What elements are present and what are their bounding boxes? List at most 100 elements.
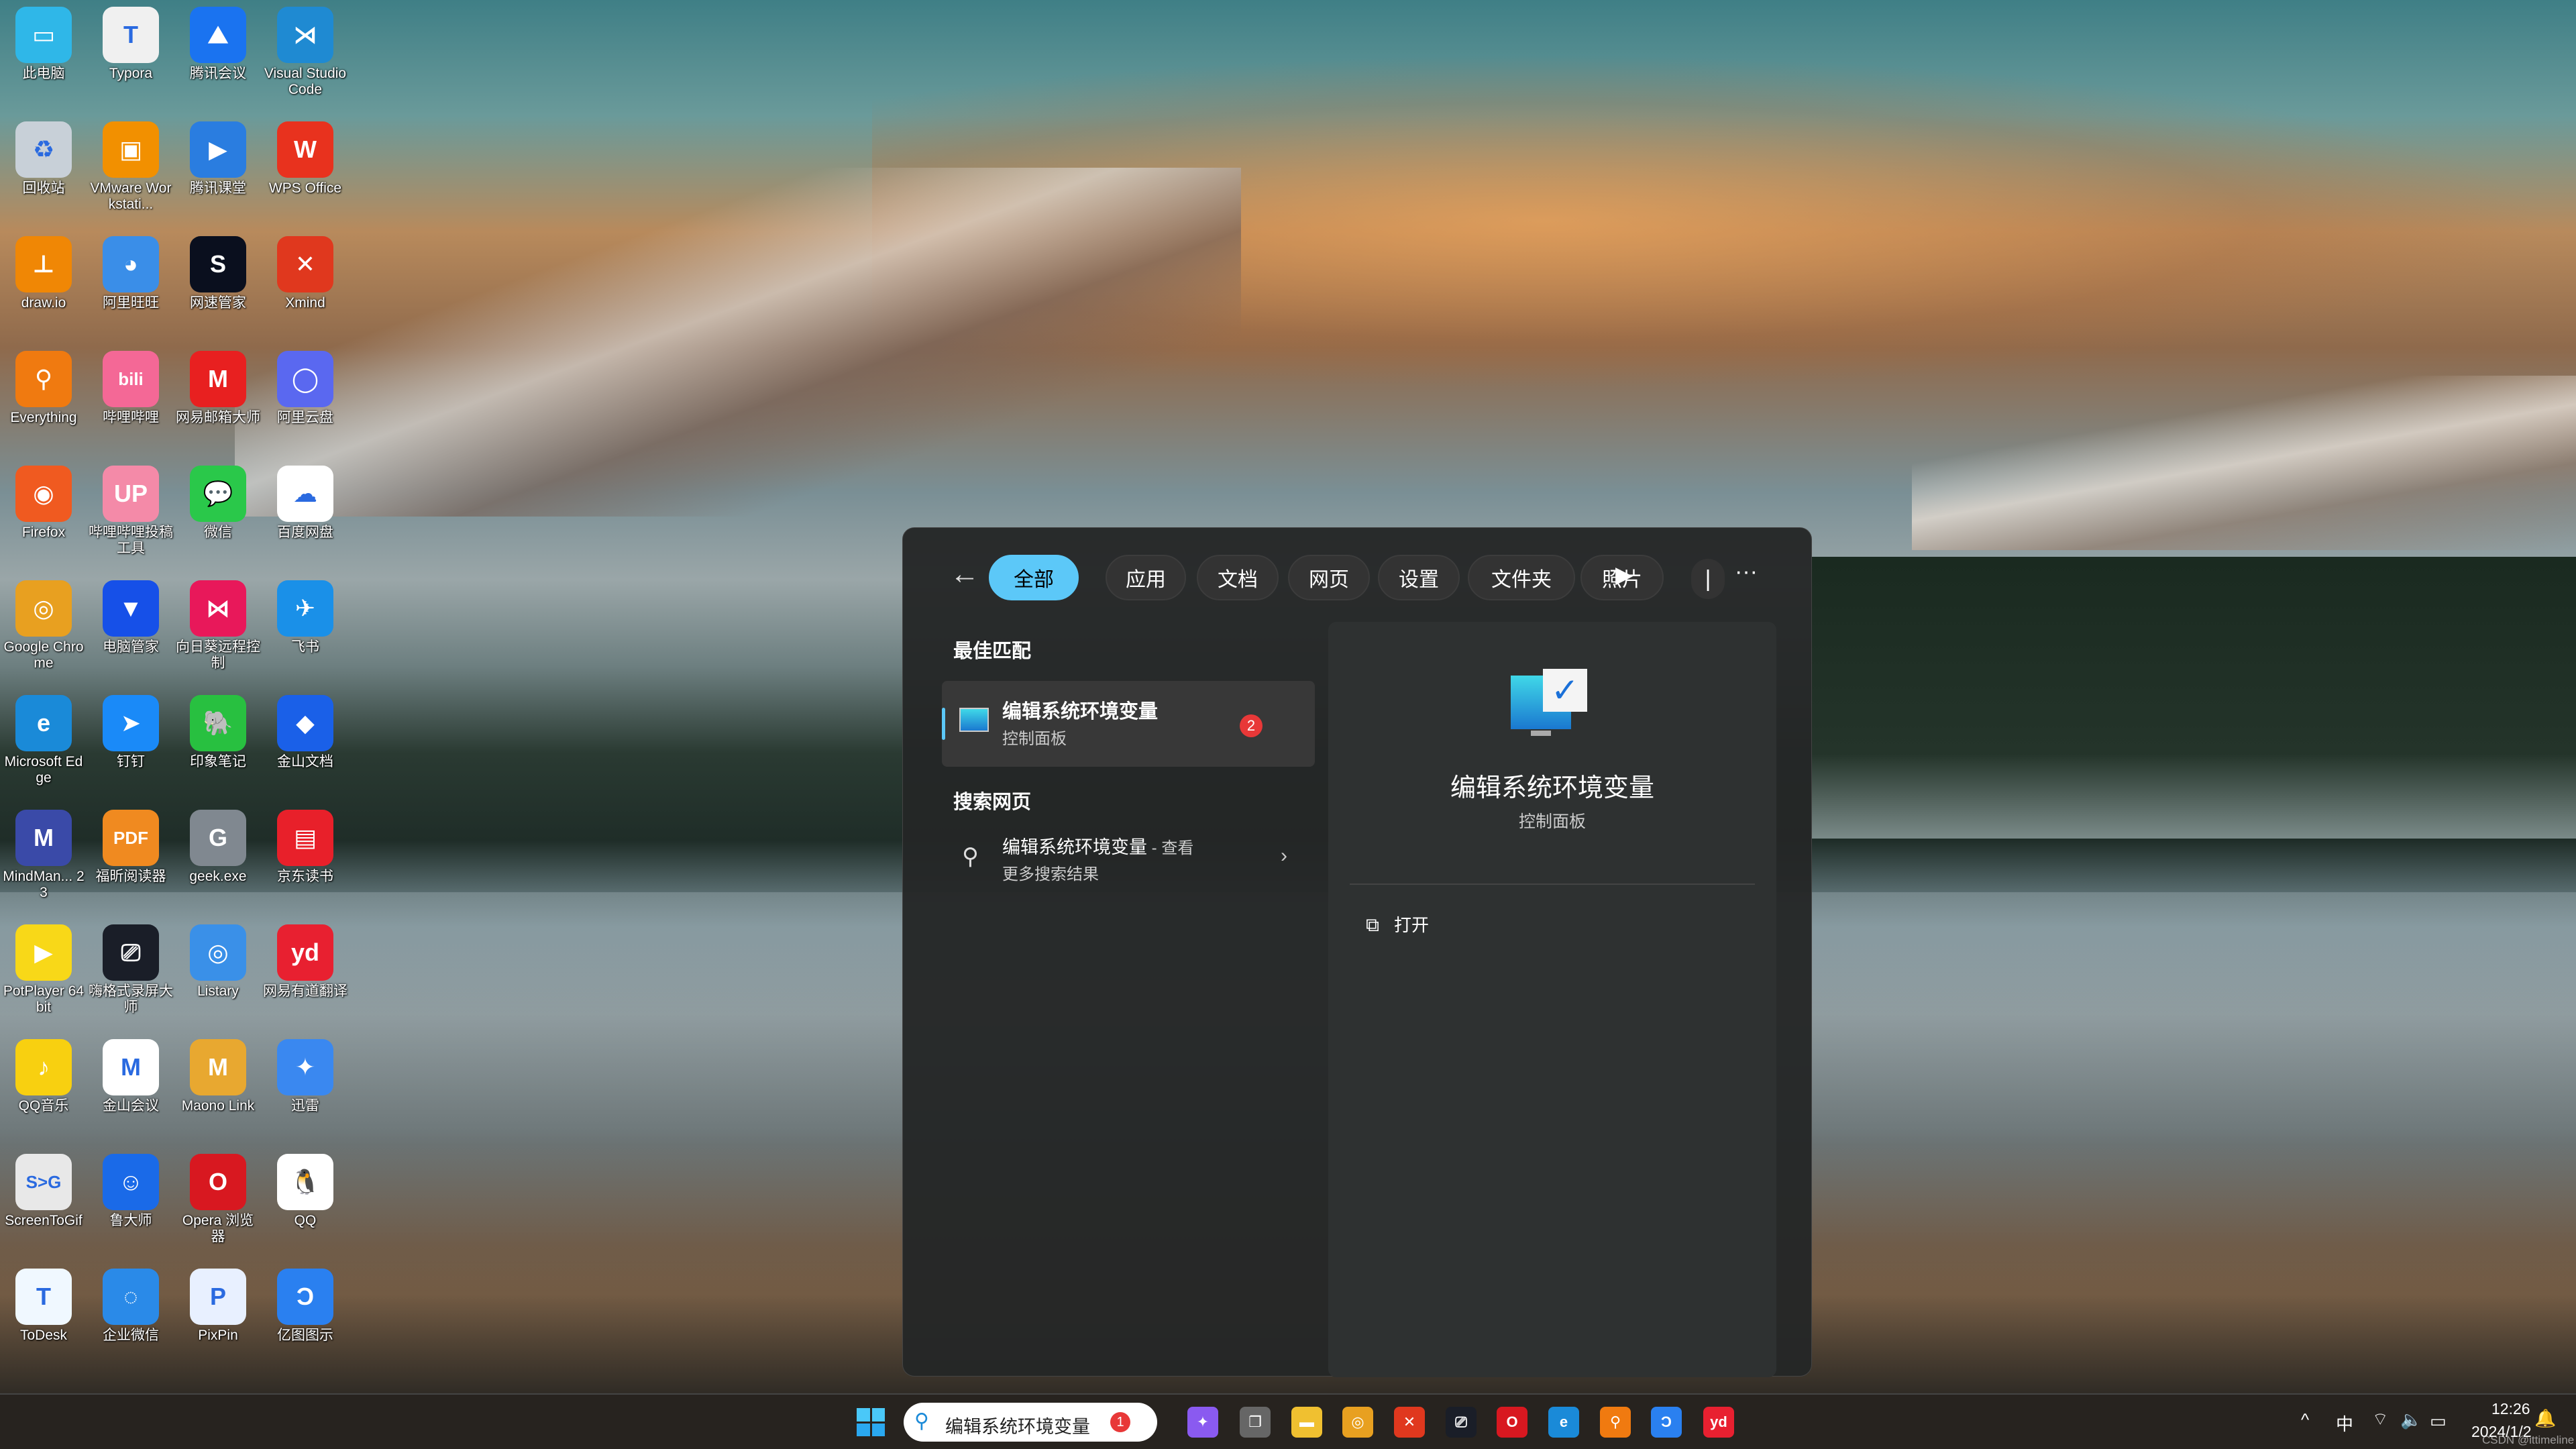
desktop-icon[interactable]: ⚲ Everything — [0, 344, 87, 455]
desktop-icon[interactable]: ◉ Firefox — [0, 459, 87, 570]
desktop-icon[interactable]: ⛰ 腾讯会议 — [174, 0, 262, 111]
desktop-icon[interactable]: ◎ Listary — [174, 918, 262, 1028]
notification-bell-icon[interactable]: 🔔 — [2534, 1408, 2556, 1429]
opera-taskbar-icon[interactable]: O — [1497, 1407, 1527, 1438]
desktop-icon[interactable]: e Microsoft Edge — [0, 688, 87, 799]
desktop-icon[interactable]: ✕ Xmind — [262, 229, 349, 340]
edge-taskbar-icon[interactable]: e — [1548, 1407, 1579, 1438]
desktop-icon[interactable]: ⋊ Visual Studio Code — [262, 0, 349, 111]
desktop-icon[interactable]: M MindMan... 23 — [0, 803, 87, 914]
screen-recorder-taskbar-icon[interactable]: ⎚ — [1446, 1407, 1477, 1438]
desktop-icon[interactable]: ▣ VMware Workstati... — [87, 115, 174, 225]
search-input[interactable]: 编辑系统环境变量 — [945, 1412, 1090, 1438]
desktop-icon[interactable]: O Opera 浏览器 — [174, 1147, 262, 1258]
tab-1[interactable]: 应用 — [1106, 555, 1186, 600]
desktop-icon-label: 京东读书 — [277, 869, 333, 884]
desktop-icon[interactable]: ▶ PotPlayer 64 bit — [0, 918, 87, 1028]
open-action[interactable]: ⧉ 打开 — [1366, 912, 1429, 936]
desktop-icon[interactable]: ⋈ 向日葵远程控制 — [174, 574, 262, 684]
desktop-icon[interactable]: ◎ Google Chrome — [0, 574, 87, 684]
app-icon: ⚲ — [15, 351, 72, 407]
open-label: 打开 — [1394, 915, 1430, 935]
desktop-icon[interactable]: 💬 微信 — [174, 459, 262, 570]
everything-taskbar-icon[interactable]: ⚲ — [1600, 1407, 1631, 1438]
best-match-item[interactable]: 编辑系统环境变量 控制面板 2 — [942, 681, 1315, 767]
desktop-icon[interactable]: bili 哔哩哔哩 — [87, 344, 174, 455]
desktop-icon[interactable]: ◌ 企业微信 — [87, 1262, 174, 1373]
desktop-icon[interactable]: ➤ 钉钉 — [87, 688, 174, 799]
desktop-icon[interactable]: P PixPin — [174, 1262, 262, 1373]
desktop-icon[interactable]: ▼ 电脑管家 — [87, 574, 174, 684]
app-icon: ✈ — [277, 580, 333, 637]
desktop-icon[interactable]: ▭ 此电脑 — [0, 0, 87, 111]
desktop-icon[interactable]: 🐘 印象笔记 — [174, 688, 262, 799]
tab-4[interactable]: 设置 — [1378, 555, 1460, 600]
desktop-icon[interactable]: M 网易邮箱大师 — [174, 344, 262, 455]
copilot-taskbar-icon[interactable]: ✦ — [1187, 1407, 1218, 1438]
start-button[interactable] — [857, 1408, 885, 1436]
desktop-icon[interactable]: UP 哔哩哔哩投稿工具 — [87, 459, 174, 570]
xmind-taskbar-icon[interactable]: ✕ — [1394, 1407, 1425, 1438]
desktop-icon[interactable]: ⊥ draw.io — [0, 229, 87, 340]
desktop-icon[interactable]: yd 网易有道翻译 — [262, 918, 349, 1028]
tab-5[interactable]: 文件夹 — [1468, 555, 1575, 600]
desktop-icon[interactable]: ✈ 飞书 — [262, 574, 349, 684]
desktop-icon[interactable]: ☺ 鲁大师 — [87, 1147, 174, 1258]
desktop-icon[interactable]: ✦ 迅雷 — [262, 1032, 349, 1143]
account-button[interactable]: | — [1691, 559, 1725, 599]
desktop-icon-label: 印象笔记 — [190, 754, 246, 769]
desktop-icon[interactable]: ◕ 阿里旺旺 — [87, 229, 174, 340]
desktop-icon[interactable]: T ToDesk — [0, 1262, 87, 1373]
desktop-icon[interactable]: ⎚ 嗨格式录屏大师 — [87, 918, 174, 1028]
desktop-icon[interactable]: W WPS Office — [262, 115, 349, 225]
wifi-icon[interactable]: ⌔ — [2372, 1408, 2388, 1430]
detail-pane: ✓ 编辑系统环境变量 控制面板 ⧉ 打开 — [1328, 622, 1776, 1377]
desktop-icon[interactable]: ▶ 腾讯课堂 — [174, 115, 262, 225]
app-icon: ◉ — [15, 466, 72, 522]
more-options-button[interactable]: ··· — [1735, 559, 1758, 585]
tab-0[interactable]: 全部 — [989, 555, 1079, 600]
clock-time[interactable]: 12:26 — [2491, 1400, 2530, 1418]
desktop-icon[interactable]: T Typora — [87, 0, 174, 111]
file-explorer-taskbar-icon[interactable]: ▬ — [1291, 1407, 1322, 1438]
web-result-title: 编辑系统环境变量 — [1002, 837, 1147, 857]
app-icon: ▤ — [277, 810, 333, 866]
notification-badge: 2 — [1240, 714, 1263, 737]
taskbar-search-box[interactable]: ⚲ 编辑系统环境变量 1 — [904, 1403, 1157, 1442]
desktop-icon-label: 电脑管家 — [103, 639, 159, 655]
desktop-icon[interactable]: M Maono Link — [174, 1032, 262, 1143]
app-icon: 🐧 — [277, 1154, 333, 1210]
desktop-icon-label: Everything — [10, 410, 77, 425]
task-view-taskbar-icon[interactable]: ❐ — [1240, 1407, 1271, 1438]
youdao-taskbar-icon[interactable]: yd — [1703, 1407, 1734, 1438]
desktop-icon[interactable]: ◯ 阿里云盘 — [262, 344, 349, 455]
desktop-icon[interactable]: ♻ 回收站 — [0, 115, 87, 225]
desktop-icon[interactable]: ▤ 京东读书 — [262, 803, 349, 914]
volume-icon[interactable]: 🔈 — [2400, 1409, 2422, 1430]
desktop-icon[interactable]: ☁ 百度网盘 — [262, 459, 349, 570]
chrome-taskbar-icon[interactable]: ◎ — [1342, 1407, 1373, 1438]
taskbar: ⚲ 编辑系统环境变量 1 ✦ ❐ ▬ ◎ ✕ ⎚ Oe ⚲ Ɔyd ^ 中 ⌔ 🔈 ▭ 12:2… — [0, 1393, 2576, 1449]
desktop-icon-label: PixPin — [198, 1328, 238, 1343]
desktop-icon[interactable]: ♪ QQ音乐 — [0, 1032, 87, 1143]
web-search-result[interactable]: ⚲ 编辑系统环境变量 - 查看 更多搜索结果 › — [942, 823, 1315, 897]
more-tabs-button[interactable]: ▶ — [1615, 561, 1633, 588]
tab-2[interactable]: 文档 — [1197, 555, 1279, 600]
desktop-icon[interactable]: PDF 福昕阅读器 — [87, 803, 174, 914]
input-method-indicator[interactable]: 中 — [2336, 1411, 2353, 1436]
app-icon: ⋈ — [190, 580, 246, 637]
edraw-taskbar-icon[interactable]: Ɔ — [1651, 1407, 1682, 1438]
desktop-icon[interactable]: Ggeek.exe — [174, 803, 262, 914]
desktop-icon[interactable]: ◆ 金山文档 — [262, 688, 349, 799]
desktop-icon[interactable]: S 网速管家 — [174, 229, 262, 340]
desktop-icon[interactable]: S>G ScreenToGif — [0, 1147, 87, 1258]
desktop-icon[interactable]: 🐧 QQ — [262, 1147, 349, 1258]
watermark: CSDN @ittimeline — [2482, 1434, 2575, 1446]
desktop-icon[interactable]: Ɔ 亿图图示 — [262, 1262, 349, 1373]
battery-icon[interactable]: ▭ — [2430, 1411, 2447, 1432]
desktop-icon-label: Typora — [109, 66, 153, 81]
desktop-icon[interactable]: M 金山会议 — [87, 1032, 174, 1143]
tab-3[interactable]: 网页 — [1288, 555, 1370, 600]
back-button[interactable]: ← — [950, 557, 979, 591]
show-hidden-icons-button[interactable]: ^ — [2301, 1409, 2309, 1430]
